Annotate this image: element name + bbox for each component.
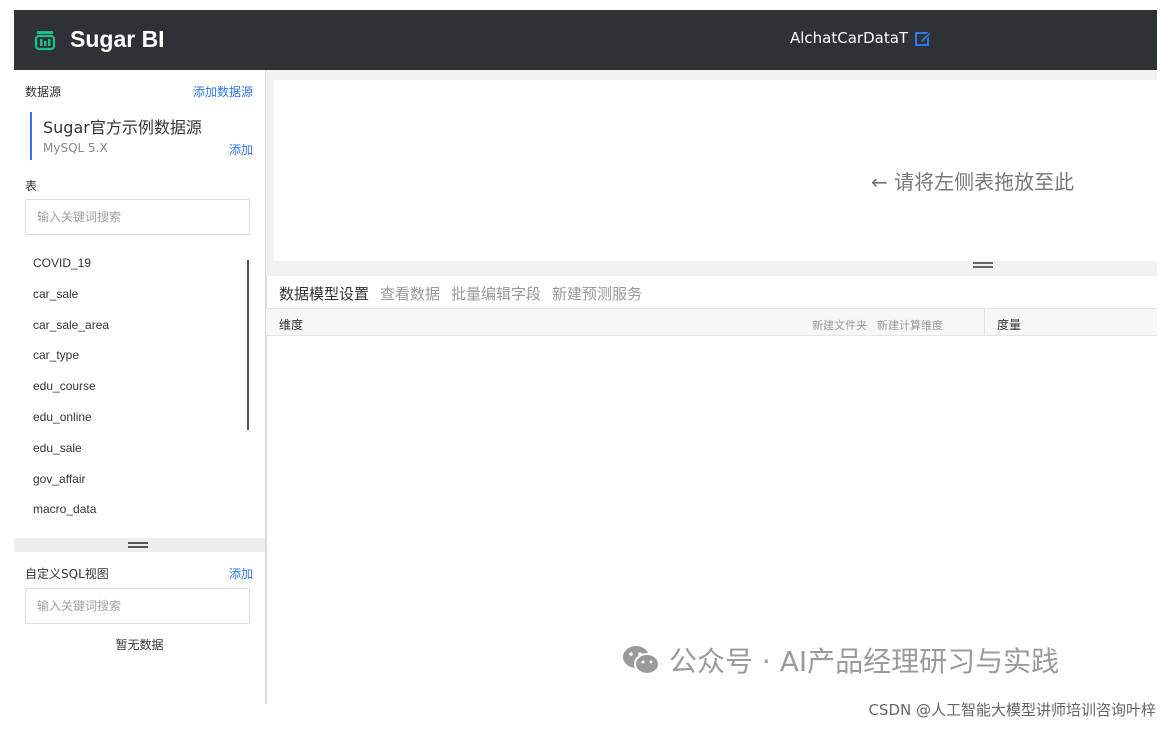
sugar-bi-logo-icon bbox=[34, 30, 56, 50]
sql-search-input[interactable] bbox=[25, 588, 250, 624]
dimension-label: 维度 bbox=[279, 318, 304, 332]
model-tabs: 数据模型设置 查看数据 批量编辑字段 新建预测服务 bbox=[279, 283, 653, 304]
table-item[interactable]: macro_data bbox=[14, 494, 254, 525]
canvas-resize-handle-icon[interactable] bbox=[973, 262, 993, 268]
app-name: Sugar BI bbox=[70, 26, 165, 52]
drop-hint: ← 请将左侧表拖放至此 bbox=[871, 166, 1074, 195]
sql-view-heading: 自定义SQL视图 bbox=[25, 567, 109, 581]
table-item[interactable]: COVID_19 bbox=[14, 248, 254, 279]
tab-view-data[interactable]: 查看数据 bbox=[380, 283, 440, 304]
datasource-type: MySQL 5.X bbox=[43, 141, 108, 155]
fields-header: 维度 新建文件夹 新建计算维度 度量 bbox=[266, 308, 1157, 336]
datasource-add-link[interactable]: 添加 bbox=[229, 141, 253, 158]
new-folder-button[interactable]: 新建文件夹 bbox=[812, 317, 867, 333]
drag-handle-icon[interactable] bbox=[128, 542, 148, 548]
tab-new-prediction-service[interactable]: 新建预测服务 bbox=[552, 283, 642, 304]
project-title-area: AlchatCarDataT bbox=[790, 29, 932, 47]
tab-model-settings[interactable]: 数据模型设置 bbox=[279, 283, 369, 304]
table-item[interactable]: car_type bbox=[14, 340, 254, 371]
column-divider bbox=[984, 309, 985, 335]
dimension-actions: 新建文件夹 新建计算维度 bbox=[812, 317, 953, 333]
sidebar-resize-bar[interactable] bbox=[14, 538, 265, 552]
arrow-left-icon: ← bbox=[871, 170, 888, 194]
sql-empty-text: 暂无数据 bbox=[115, 638, 164, 652]
watermark-text: 公众号 · AI产品经理研习与实践 bbox=[669, 645, 1060, 678]
wechat-icon bbox=[623, 646, 660, 675]
new-calc-dimension-button[interactable]: 新建计算维度 bbox=[877, 317, 943, 333]
credit-text: CSDN @人工智能大模型讲师培训咨询叶梓 bbox=[868, 701, 1156, 719]
sidebar: 数据源 添加数据源 Sugar官方示例数据源 MySQL 5.X 添加 表 CO… bbox=[14, 70, 267, 704]
table-list-scrollbar[interactable] bbox=[247, 260, 249, 430]
table-list: COVID_19 car_sale car_sale_area car_type… bbox=[14, 248, 254, 525]
edit-icon[interactable] bbox=[914, 29, 932, 47]
top-header: Sugar BI AlchatCarDataT bbox=[14, 10, 1157, 70]
watermark: 公众号 · AI产品经理研习与实践 bbox=[621, 640, 1059, 680]
table-item[interactable]: car_sale_area bbox=[14, 310, 254, 341]
table-item[interactable]: edu_course bbox=[14, 371, 254, 402]
tables-heading: 表 bbox=[25, 179, 38, 193]
table-search-input[interactable] bbox=[25, 199, 250, 235]
app-logo[interactable]: Sugar BI bbox=[34, 26, 165, 53]
table-item[interactable]: gov_affair bbox=[14, 464, 254, 495]
tab-batch-edit-fields[interactable]: 批量编辑字段 bbox=[451, 283, 541, 304]
table-item[interactable]: edu_sale bbox=[14, 433, 254, 464]
add-datasource-link[interactable]: 添加数据源 bbox=[193, 83, 253, 100]
drop-hint-text: 请将左侧表拖放至此 bbox=[894, 170, 1075, 194]
table-item[interactable]: edu_online bbox=[14, 402, 254, 433]
measure-label: 度量 bbox=[997, 318, 1022, 332]
datasource-item[interactable]: Sugar官方示例数据源 MySQL 5.X 添加 bbox=[30, 112, 253, 160]
datasource-name: Sugar官方示例数据源 bbox=[43, 118, 202, 137]
sql-view-add-link[interactable]: 添加 bbox=[229, 565, 253, 582]
project-title: AlchatCarDataT bbox=[790, 29, 909, 47]
table-item[interactable]: car_sale bbox=[14, 279, 254, 310]
datasource-heading: 数据源 bbox=[25, 85, 62, 99]
